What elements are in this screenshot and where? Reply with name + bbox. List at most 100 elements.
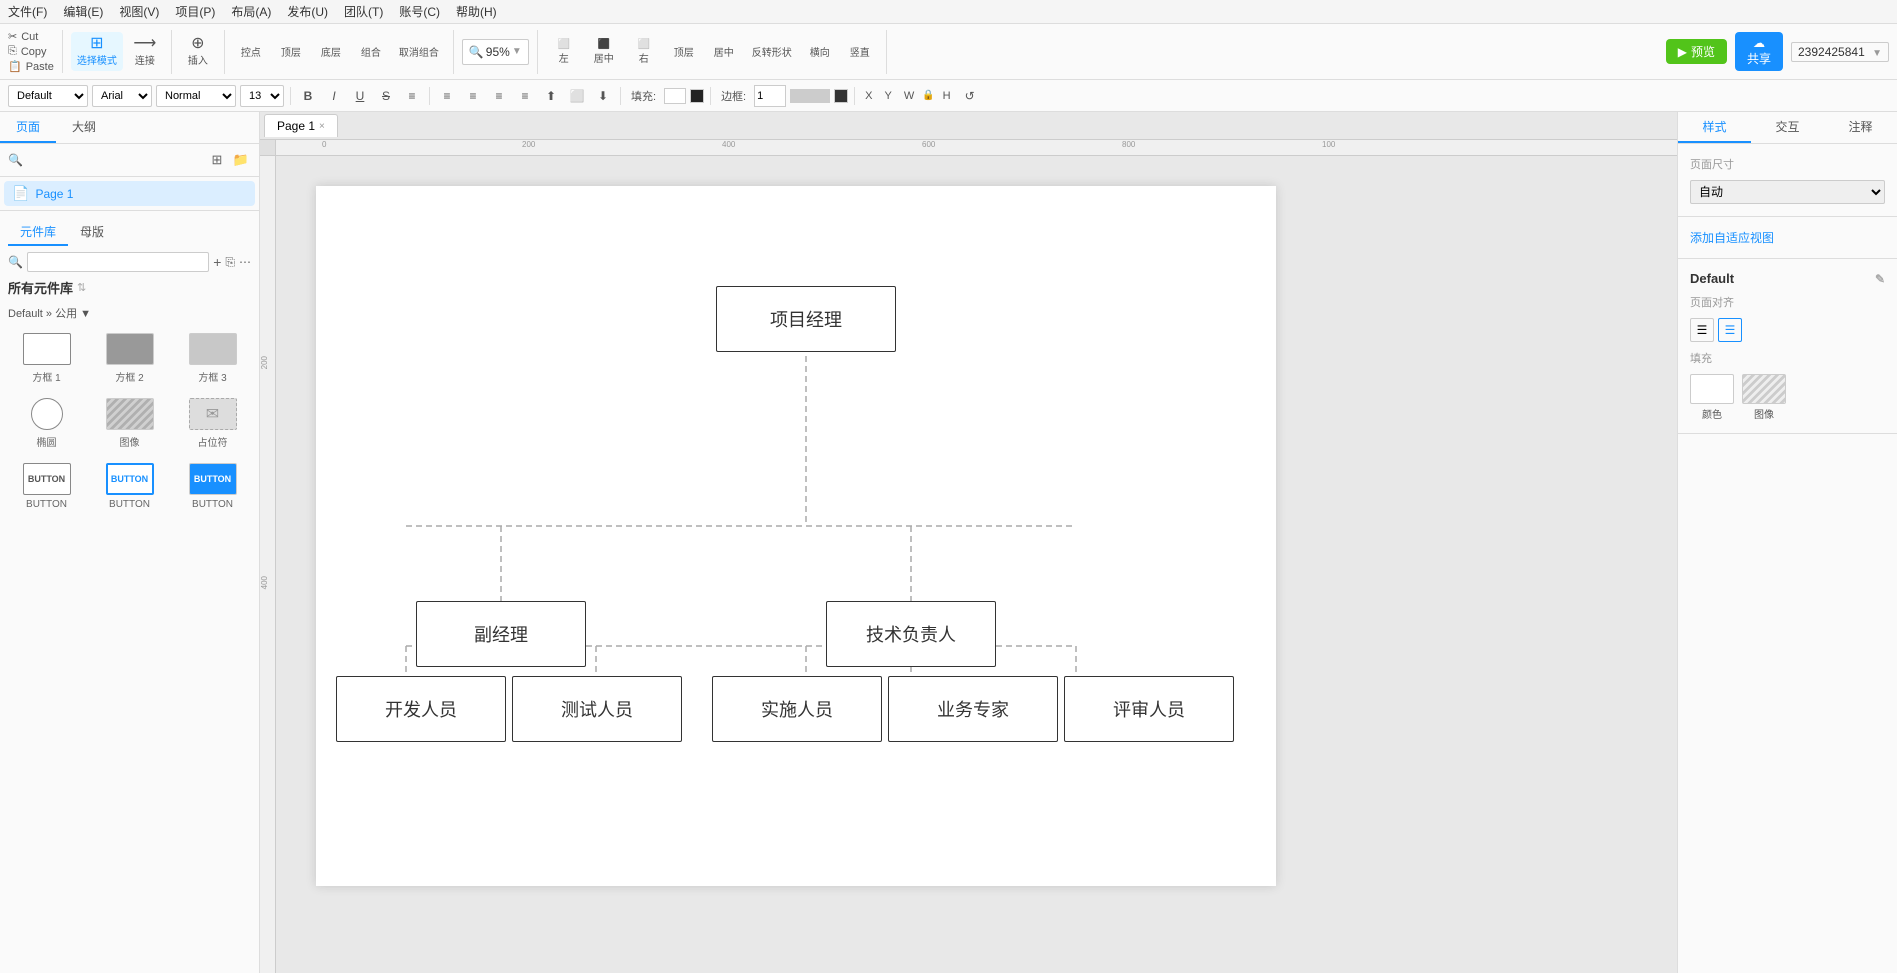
align-center-text-button[interactable]: ≡ [462,85,484,107]
select-mode-button[interactable]: ⊞ 选择模式 [71,32,123,71]
white-page[interactable]: 项目经理 副经理 技术负责人 开发人员 [316,186,1276,886]
style-select[interactable]: Default [8,85,88,107]
horizontal-button[interactable]: 横向 [802,40,838,63]
menu-help[interactable]: 帮助(H) [456,3,497,20]
fill-color-option[interactable]: 颜色 [1690,374,1734,421]
default-edit-icon[interactable]: ✎ [1875,272,1885,286]
align-center-page-button[interactable]: ☰ [1718,318,1742,342]
tech-lead-box[interactable]: 技术负责人 [826,601,996,667]
list-button[interactable]: ≡ [401,85,423,107]
justify-button[interactable]: ≡ [514,85,536,107]
tab-interact[interactable]: 交互 [1751,112,1824,143]
menu-publish[interactable]: 发布(U) [287,3,328,20]
tab-pages[interactable]: 页面 [0,112,56,143]
vertical-button[interactable]: 竖直 [842,40,878,63]
comp-item-btn-blue[interactable]: BUTTON BUTTON [91,459,168,514]
comp-item-box2[interactable]: 方框 2 [91,329,168,388]
reviewer-box[interactable]: 评审人员 [1064,676,1234,742]
default-public-label[interactable]: Default » 公用 ▼ [8,305,251,321]
comp-item-placeholder[interactable]: ✉ 占位符 [174,394,251,453]
tab-note[interactable]: 注释 [1824,112,1897,143]
vice-manager-box[interactable]: 副经理 [416,601,586,667]
align-left-button[interactable]: ⬜ 左 [546,35,582,69]
comp-more-button[interactable]: ⋯ [239,255,251,269]
canvas-tab-page1[interactable]: Page 1 × [264,114,338,137]
underline-button[interactable]: U [349,85,371,107]
preview-button[interactable]: ▶ 预览 [1666,39,1727,64]
align-mid-button[interactable]: 居中 [706,40,742,63]
menu-file[interactable]: 文件(F) [8,3,47,20]
project-manager-box[interactable]: 项目经理 [716,286,896,352]
menu-project[interactable]: 项目(P) [175,3,215,20]
page-size-select[interactable]: 自动 [1690,180,1885,204]
valign-bottom-button[interactable]: ⬇ [592,85,614,107]
comp-search-input[interactable] [27,252,209,272]
tester-box[interactable]: 测试人员 [512,676,682,742]
comp-item-btn-outline[interactable]: BUTTON BUTTON [8,459,85,514]
paste-button[interactable]: 📋 Paste [8,60,54,73]
folder-button[interactable]: 📁 [231,150,251,170]
fill-color-box[interactable] [664,88,686,104]
weight-select[interactable]: Normal [156,85,236,107]
zoom-control[interactable]: 🔍 95% ▼ [462,39,529,65]
fill-image-option[interactable]: 图像 [1742,374,1786,421]
align-right-button[interactable]: ⬜ 右 [626,35,662,69]
strikethrough-button[interactable]: S [375,85,397,107]
comp-tab-library[interactable]: 元件库 [8,219,68,246]
insert-button[interactable]: ⊕ 插入 [180,32,216,71]
comp-tab-master[interactable]: 母版 [68,219,116,246]
implementer-box[interactable]: 实施人员 [712,676,882,742]
size-select[interactable]: 13 [240,85,284,107]
cut-button[interactable]: ✂ Cut [8,30,54,43]
combine-button[interactable]: 组合 [353,40,389,63]
menu-edit[interactable]: 编辑(E) [63,3,103,20]
italic-button[interactable]: I [323,85,345,107]
align-top-button[interactable]: 顶层 [666,40,702,63]
uncombine-button[interactable]: 取消组合 [393,40,445,63]
comp-copy-button[interactable]: ⎘ [225,255,235,270]
tab-style[interactable]: 样式 [1678,112,1751,143]
menu-layout[interactable]: 布局(A) [231,3,271,20]
canvas-scroll[interactable]: 0 200 400 600 800 100 200 400 [260,140,1677,973]
control-point-button[interactable]: 控点 [233,40,269,63]
top-layer-button[interactable]: 顶层 [273,40,309,63]
align-center-button[interactable]: ⬛ 居中 [586,35,622,69]
copy-button[interactable]: ⎘ Copy [8,45,54,58]
comp-item-ellipse[interactable]: 椭圆 [8,394,85,453]
transform-button[interactable]: 反转形状 [746,40,798,63]
border-color-box[interactable] [790,89,830,103]
tab-close-button[interactable]: × [319,121,325,132]
menu-view[interactable]: 视图(V) [119,3,159,20]
w-lock-icon[interactable]: 🔒 [922,90,934,101]
align-left-page-button[interactable]: ☰ [1690,318,1714,342]
add-page-button[interactable]: ⊞ [207,150,227,170]
reset-size-button[interactable]: ↺ [959,85,981,107]
zoom-value[interactable]: 95% [486,45,510,59]
menu-team[interactable]: 团队(T) [344,3,383,20]
border-width-input[interactable] [754,85,786,107]
menu-account[interactable]: 账号(C) [399,3,440,20]
adaptive-view-link[interactable]: 添加自适应视图 [1690,231,1774,245]
font-select[interactable]: Arial [92,85,152,107]
comp-item-box1[interactable]: 方框 1 [8,329,85,388]
bottom-layer-button[interactable]: 底层 [313,40,349,63]
comp-add-button[interactable]: + [213,254,221,270]
comp-item-image[interactable]: 图像 [91,394,168,453]
share-button[interactable]: ☁ 共享 [1735,32,1783,71]
connect-button[interactable]: ⟶ 连接 [127,32,163,71]
page-search-input[interactable] [27,150,203,170]
bold-button[interactable]: B [297,85,319,107]
comp-item-box3[interactable]: 方框 3 [174,329,251,388]
valign-mid-button[interactable]: ⬜ [566,85,588,107]
business-expert-box[interactable]: 业务专家 [888,676,1058,742]
comp-item-btn-dark[interactable]: BUTTON BUTTON [174,459,251,514]
comp-sort-icon[interactable]: ⇅ [77,281,86,294]
developer-box[interactable]: 开发人员 [336,676,506,742]
align-right-text-button[interactable]: ≡ [488,85,510,107]
page-1-item[interactable]: 📄 Page 1 [4,181,255,206]
zoom-dropdown-icon[interactable]: ▼ [512,46,522,57]
valign-top-button[interactable]: ⬆ [540,85,562,107]
fill-dark-box[interactable] [690,89,704,103]
align-left-text-button[interactable]: ≡ [436,85,458,107]
tab-outline[interactable]: 大纲 [56,112,112,143]
